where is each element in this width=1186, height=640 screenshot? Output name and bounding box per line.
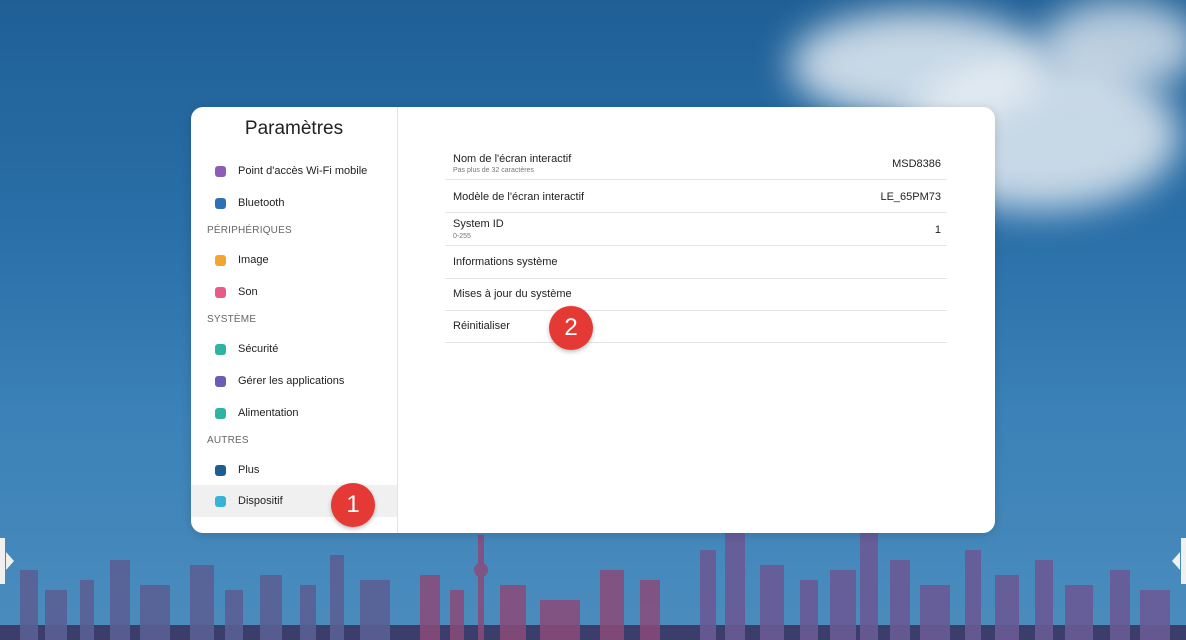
cloud	[1040, 0, 1186, 90]
row-value: LE_65PM73	[880, 191, 941, 203]
sidebar-item-manage-apps[interactable]: Gérer les applications	[191, 365, 397, 397]
row-label: Mises à jour du système	[453, 288, 572, 300]
apps-icon	[215, 375, 226, 387]
device-icon	[215, 495, 226, 507]
bluetooth-icon	[215, 197, 226, 209]
row-label: System ID	[453, 218, 504, 230]
sidebar-item-label: Alimentation	[238, 407, 299, 419]
right-edge-handle-icon[interactable]	[1172, 538, 1186, 584]
row-label: Informations système	[453, 256, 558, 268]
image-icon	[215, 254, 226, 266]
sidebar-item-label: Gérer les applications	[238, 375, 345, 387]
section-header-system: SYSTÈME	[207, 314, 257, 325]
row-interactive-display-model[interactable]: Modèle de l'écran interactif LE_65PM73	[445, 180, 947, 213]
sidebar-item-image[interactable]: Image	[191, 244, 397, 276]
left-edge-handle-icon[interactable]	[0, 538, 14, 584]
sidebar-item-label: Image	[238, 254, 269, 266]
sound-icon	[215, 286, 226, 298]
sidebar-item-power[interactable]: Alimentation	[191, 397, 397, 429]
sidebar-item-label: Son	[238, 286, 258, 298]
row-system-updates[interactable]: Mises à jour du système	[445, 279, 947, 311]
device-settings-content: Nom de l'écran interactif Pas plus de 32…	[398, 107, 995, 533]
step-1-badge: 1	[331, 483, 375, 527]
sidebar-item-security[interactable]: Sécurité	[191, 333, 397, 365]
row-sublabel: 0-255	[453, 233, 471, 240]
settings-sidebar: Paramètres Point d'accès Wi-Fi mobile Bl…	[191, 107, 398, 533]
page-title: Paramètres	[244, 118, 344, 139]
sidebar-item-label: Plus	[238, 464, 260, 476]
more-icon	[215, 464, 226, 476]
row-label: Modèle de l'écran interactif	[453, 191, 585, 203]
row-label: Nom de l'écran interactif	[453, 153, 572, 165]
power-icon	[215, 407, 226, 419]
section-header-others: AUTRES	[207, 435, 249, 446]
sidebar-item-label: Point d'accès Wi-Fi mobile	[238, 165, 368, 177]
settings-panel: Paramètres Point d'accès Wi-Fi mobile Bl…	[191, 107, 995, 533]
security-icon	[215, 343, 226, 355]
sidebar-item-label: Sécurité	[238, 343, 279, 355]
step-2-badge: 2	[549, 306, 593, 350]
row-value: 1	[934, 224, 941, 236]
sidebar-item-bluetooth[interactable]: Bluetooth	[191, 187, 397, 219]
row-system-id[interactable]: System ID 0-255 1	[445, 213, 947, 246]
sidebar-item-label: Dispositif	[238, 495, 283, 507]
row-system-information[interactable]: Informations système	[445, 246, 947, 279]
row-value: MSD8386	[892, 158, 941, 170]
row-interactive-display-name[interactable]: Nom de l'écran interactif Pas plus de 32…	[445, 147, 947, 180]
sidebar-item-sound[interactable]: Son	[191, 276, 397, 308]
city-skyline-wallpaper	[0, 530, 1186, 640]
row-label: Réinitialiser	[453, 320, 510, 332]
sidebar-item-wifi-hotspot[interactable]: Point d'accès Wi-Fi mobile	[191, 155, 397, 187]
sidebar-item-label: Bluetooth	[238, 197, 285, 209]
sidebar-item-more[interactable]: Plus	[191, 454, 397, 486]
section-header-peripherals: PÉRIPHÉRIQUES	[207, 225, 292, 236]
row-reset[interactable]: Réinitialiser	[445, 311, 947, 343]
row-sublabel: Pas plus de 32 caractères	[453, 167, 534, 174]
wifi-hotspot-icon	[215, 165, 226, 177]
